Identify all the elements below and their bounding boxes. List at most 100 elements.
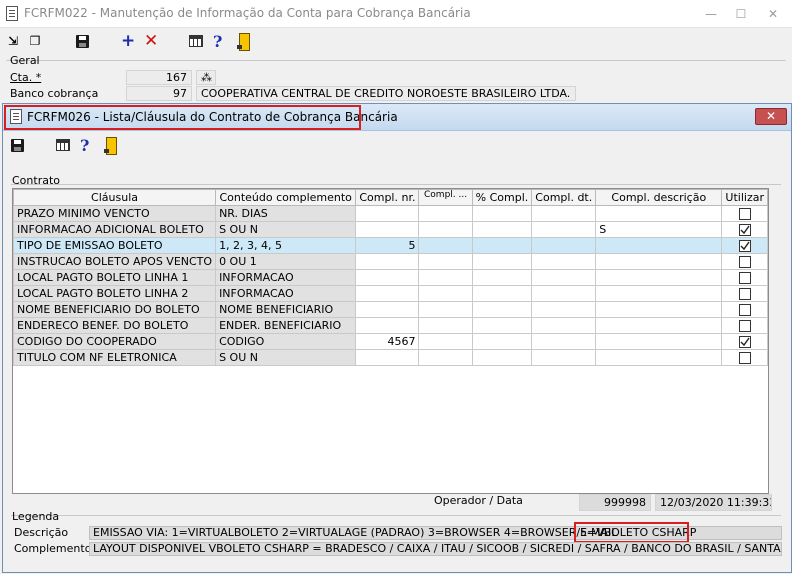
cell-clausula[interactable]: ENDERECO BENEF. DO BOLETO [13,317,217,334]
minimize-button[interactable]: — [700,5,722,23]
table-row[interactable]: LOCAL PAGTO BOLETO LINHA 1 INFORMACAO [13,269,768,286]
cell-dt[interactable] [531,301,597,318]
cell-compl[interactable] [418,269,473,286]
cell-clausula[interactable]: INFORMACAO ADICIONAL BOLETO [13,221,217,238]
cell-pct[interactable] [471,269,533,286]
vertical-scrollbar[interactable] [770,188,779,494]
cta-field[interactable]: 167 [126,70,192,85]
cell-nr[interactable] [355,301,420,318]
checkbox-unchecked[interactable] [738,287,751,300]
cell-nr[interactable] [355,253,420,270]
cell-conteudo[interactable]: INFORMACAO [215,269,357,286]
banco-name-field[interactable]: COOPERATIVA CENTRAL DE CREDITO NOROESTE … [196,86,576,101]
help-icon[interactable]: ? [80,136,89,155]
cell-conteudo[interactable]: 0 OU 1 [215,253,357,270]
col-header-compl[interactable]: Compl. ... [418,189,473,206]
cell-desc[interactable] [595,301,723,318]
back-window-titlebar[interactable]: FCRFM022 - Manutenção de Informação da C… [0,0,792,28]
cell-desc[interactable]: S [595,221,723,238]
add-icon[interactable]: + [121,31,135,51]
checkbox-checked[interactable] [738,239,751,252]
cell-pct[interactable] [471,349,533,366]
cell-conteudo[interactable]: CODIGO [215,333,357,350]
front-window-titlebar[interactable]: FCRFM026 - Lista/Cláusula do Contrato de… [3,104,791,131]
cell-compl[interactable] [418,301,473,318]
cell-desc[interactable] [595,237,723,254]
cell-desc[interactable] [595,285,723,302]
delete-icon[interactable]: ✕ [144,31,158,51]
col-header-compl-nr[interactable]: Compl. nr. [355,189,420,206]
cell-desc[interactable] [595,317,723,334]
cell-nr[interactable] [355,317,420,334]
cell-pct[interactable] [471,205,533,222]
cell-dt[interactable] [531,205,597,222]
checkbox-unchecked[interactable] [738,271,751,284]
cell-pct[interactable] [471,221,533,238]
cell-pct[interactable] [471,253,533,270]
lookup-icon[interactable]: ⁂ [196,70,216,85]
cell-clausula[interactable]: TITULO COM NF ELETRONICA [13,349,217,366]
checkbox-unchecked[interactable] [738,351,751,364]
cell-compl[interactable] [418,253,473,270]
cell-desc[interactable] [595,205,723,222]
cell-pct[interactable] [471,237,533,254]
cell-conteudo[interactable]: ENDER. BENEFICIARIO [215,317,357,334]
table-row[interactable]: INSTRUCAO BOLETO APOS VENCTO 0 OU 1 [13,253,768,270]
cell-compl[interactable] [418,317,473,334]
cell-desc[interactable] [595,349,723,366]
calculator-icon[interactable] [189,35,203,47]
cell-conteudo[interactable]: NOME BENEFICIARIO [215,301,357,318]
col-header-pct-compl[interactable]: % Compl. [471,189,533,206]
cell-clausula[interactable]: NOME BENEFICIARIO DO BOLETO [13,301,217,318]
cell-compl[interactable] [418,333,473,350]
cell-clausula[interactable]: PRAZO MINIMO VENCTO [13,205,217,222]
cell-nr[interactable] [355,205,420,222]
table-row[interactable]: ENDERECO BENEF. DO BOLETO ENDER. BENEFICI… [13,317,768,334]
cell-pct[interactable] [471,333,533,350]
cell-dt[interactable] [531,253,597,270]
cell-clausula[interactable]: LOCAL PAGTO BOLETO LINHA 1 [13,269,217,286]
operador-field[interactable]: 999998 [579,494,651,511]
banco-code-field[interactable]: 97 [126,86,192,101]
checkbox-unchecked[interactable] [738,319,751,332]
cell-clausula[interactable]: CODIGO DO COOPERADO [13,333,217,350]
cell-compl[interactable] [418,221,473,238]
checkbox-unchecked[interactable] [738,207,751,220]
table-row[interactable]: PRAZO MINIMO VENCTO NR. DIAS [13,205,768,222]
cell-nr[interactable] [355,269,420,286]
cell-nr[interactable] [355,221,420,238]
col-header-conteudo[interactable]: Conteúdo complemento [215,189,357,206]
cell-clausula[interactable]: TIPO DE EMISSAO BOLETO [13,237,217,254]
table-row[interactable]: CODIGO DO COOPERADO CODIGO 4567 [13,333,768,350]
cell-dt[interactable] [531,237,597,254]
cell-dt[interactable] [531,333,597,350]
table-row[interactable]: LOCAL PAGTO BOLETO LINHA 2 INFORMACAO [13,285,768,302]
col-header-clausula[interactable]: Cláusula [13,189,217,206]
calculator-icon[interactable] [56,139,70,151]
close-button[interactable]: ✕ [762,5,784,23]
cell-pct[interactable] [471,301,533,318]
cell-compl[interactable] [418,285,473,302]
cell-nr[interactable]: 4567 [355,333,420,350]
complemento-field[interactable]: LAYOUT DISPONIVEL VBOLETO CSHARP = BRADE… [89,542,782,556]
exit-icon[interactable] [237,33,250,51]
cell-clausula[interactable]: LOCAL PAGTO BOLETO LINHA 2 [13,285,217,302]
cell-nr[interactable] [355,285,420,302]
table-row[interactable]: TITULO COM NF ELETRONICA S OU N [13,349,768,366]
cell-conteudo[interactable]: S OU N [215,349,357,366]
close-button[interactable]: ✕ [755,108,787,125]
table-row[interactable]: TIPO DE EMISSAO BOLETO 1, 2, 3, 4, 55 [13,237,768,254]
cell-nr[interactable]: 5 [355,237,420,254]
cell-compl[interactable] [418,349,473,366]
cell-clausula[interactable]: INSTRUCAO BOLETO APOS VENCTO [13,253,217,270]
cell-nr[interactable] [355,349,420,366]
cell-compl[interactable] [418,205,473,222]
cell-dt[interactable] [531,317,597,334]
cell-desc[interactable] [595,253,723,270]
col-header-compl-desc[interactable]: Compl. descrição [595,189,723,206]
checkbox-checked[interactable] [738,335,751,348]
cell-conteudo[interactable]: NR. DIAS [215,205,357,222]
col-header-utilizar[interactable]: Utilizar [721,189,768,206]
exit-icon[interactable] [104,137,117,155]
cell-dt[interactable] [531,269,597,286]
